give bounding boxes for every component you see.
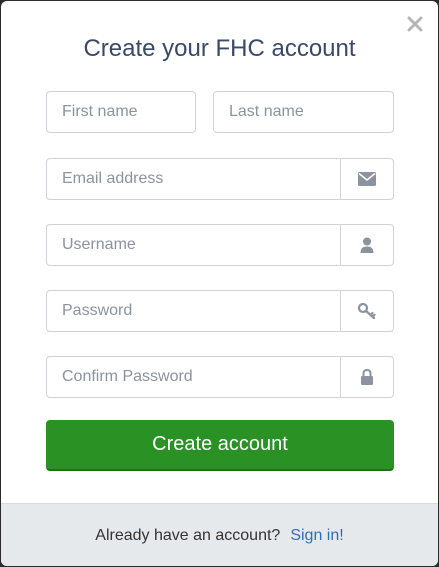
last-name-field[interactable] [213,91,394,133]
confirm-password-field[interactable] [46,356,394,398]
close-icon[interactable] [406,15,424,33]
user-icon [340,225,393,265]
username-input[interactable] [47,225,340,265]
confirm-password-input[interactable] [47,357,340,397]
signin-prompt: Already have an account? [95,526,281,544]
first-name-field[interactable] [46,91,196,133]
signin-footer: Already have an account? Sign in! [1,503,438,566]
email-field[interactable] [46,158,394,200]
password-field[interactable] [46,290,394,332]
username-field[interactable] [46,224,394,266]
email-input[interactable] [47,159,340,199]
password-input[interactable] [47,291,340,331]
key-icon [340,291,393,331]
create-account-button[interactable]: Create account [46,420,394,471]
sign-in-link[interactable]: Sign in! [290,527,343,545]
envelope-icon [340,159,393,199]
first-name-input[interactable] [47,92,195,132]
lock-icon [340,357,393,397]
dialog-title: Create your FHC account [83,35,356,62]
last-name-input[interactable] [214,92,393,132]
signup-dialog: Create your FHC account First name Last … [1,1,438,566]
